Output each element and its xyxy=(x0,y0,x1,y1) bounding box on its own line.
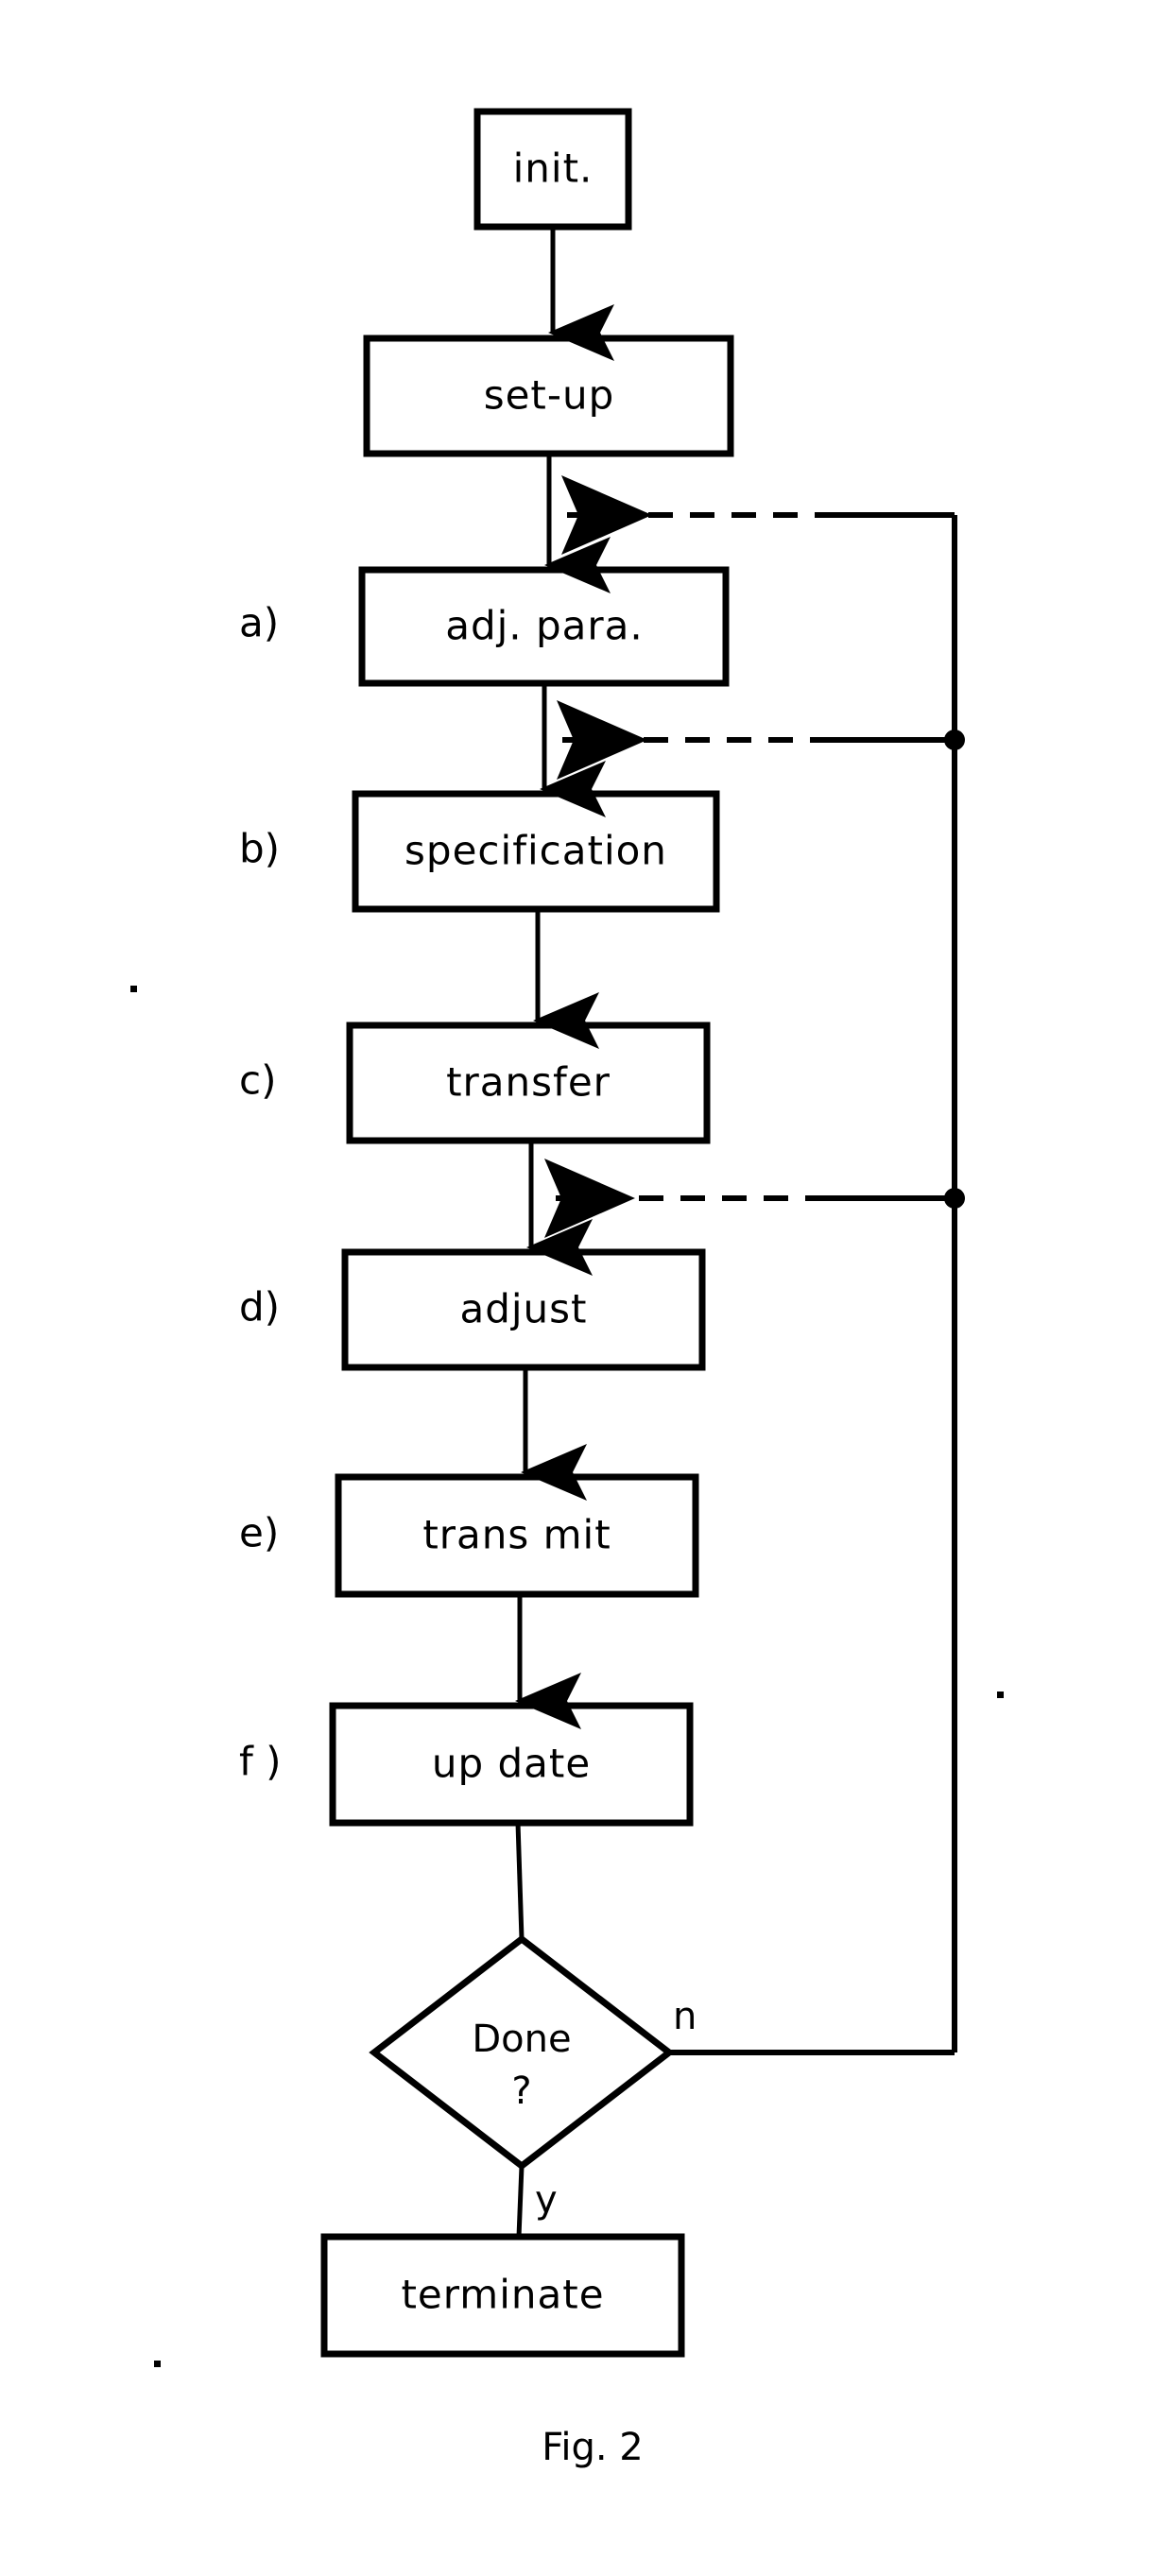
node-transfer[interactable]: transfer xyxy=(346,1022,711,1144)
node-specification[interactable]: specification xyxy=(352,790,720,913)
feedback-branch-to-adjust xyxy=(544,1159,965,1238)
figure-page: init. set-up adj. para. specification tr… xyxy=(0,0,1153,2576)
node-specification-label: specification xyxy=(404,828,667,874)
feedback-branch-to-specification xyxy=(557,700,965,780)
flowchart-canvas: init. set-up adj. para. specification tr… xyxy=(130,108,1004,2469)
node-done-decision[interactable]: Done ? xyxy=(369,1934,675,2171)
edge-update-to-done xyxy=(515,1822,525,1940)
node-terminate[interactable]: terminate xyxy=(320,2233,685,2358)
branch-label-yes: y xyxy=(535,2178,558,2222)
step-label-a: a) xyxy=(239,600,279,646)
edge-line xyxy=(515,1822,525,1940)
junction-dot xyxy=(944,1188,965,1209)
step-label-c: c) xyxy=(239,1057,276,1104)
node-setup[interactable]: set-up xyxy=(363,335,734,457)
node-transmit-label: trans mit xyxy=(422,1512,611,1558)
scan-speck xyxy=(154,2361,161,2367)
step-label-d: d) xyxy=(239,1284,280,1331)
figure-caption: Fig. 2 xyxy=(542,2426,643,2469)
scan-speck xyxy=(997,1692,1004,1698)
node-update[interactable]: up date xyxy=(329,1702,694,1827)
edge-done-yes-to-terminate xyxy=(516,2165,525,2238)
step-label-f: f ) xyxy=(239,1739,282,1785)
node-adjust-label: adjust xyxy=(459,1286,587,1332)
node-transmit[interactable]: trans mit xyxy=(335,1473,699,1598)
branch-label-no: n xyxy=(673,1995,697,2038)
node-done-label: Done xyxy=(472,2018,571,2061)
node-adj-para[interactable]: adj. para. xyxy=(358,566,730,687)
node-transfer-label: transfer xyxy=(446,1059,611,1106)
node-init-label: init. xyxy=(513,146,594,192)
node-update-label: up date xyxy=(432,1741,591,1787)
edge-line xyxy=(516,2165,525,2238)
node-adjust[interactable]: adjust xyxy=(341,1248,706,1371)
node-terminate-label: terminate xyxy=(401,2272,604,2318)
node-init[interactable]: init. xyxy=(473,108,632,231)
node-setup-label: set-up xyxy=(484,372,615,419)
scan-speck xyxy=(130,986,137,992)
node-done-question-mark: ? xyxy=(511,2069,531,2113)
step-label-e: e) xyxy=(239,1510,279,1556)
step-label-b: b) xyxy=(239,826,280,872)
node-adj-para-label: adj. para. xyxy=(445,603,644,649)
junction-dot xyxy=(944,730,965,750)
